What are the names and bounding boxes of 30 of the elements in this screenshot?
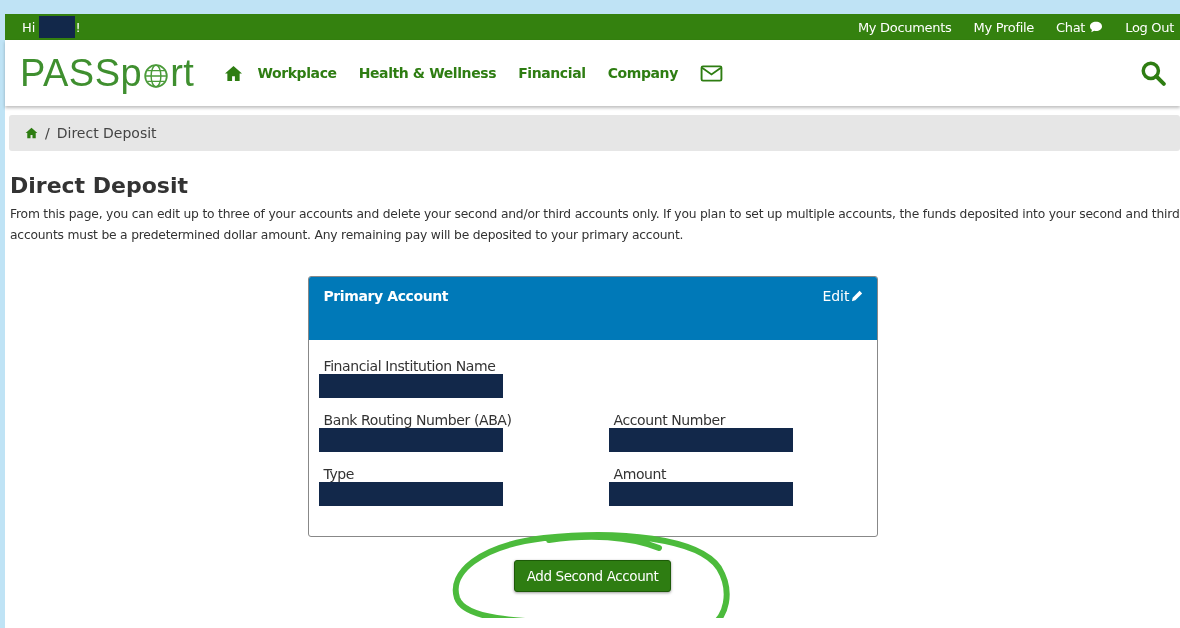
page-title: Direct Deposit: [10, 173, 189, 198]
breadcrumb-separator: /: [45, 125, 50, 141]
search-icon[interactable]: [1140, 60, 1166, 86]
nav-link[interactable]: Company: [607, 65, 678, 81]
pencil-icon: [850, 290, 863, 302]
field-label: Amount: [612, 466, 668, 482]
field-label: Account Number: [612, 412, 727, 428]
top-link[interactable]: My Profile: [973, 19, 1034, 35]
nav-link[interactable]: Health & Wellness: [358, 65, 497, 81]
top-link[interactable]: Log Out: [1125, 19, 1174, 35]
field-label: Type: [322, 466, 356, 482]
breadcrumb-current: Direct Deposit: [56, 125, 157, 141]
edit-link[interactable]: Edit: [822, 288, 863, 304]
top-link[interactable]: Chat: [1056, 19, 1104, 35]
envelope-icon[interactable]: [699, 64, 723, 82]
logo[interactable]: PASSp rt: [20, 51, 195, 95]
intro-paragraph: From this page, you can edit up to three of your accounts and delete your second and/or third accounts only. If you plan to set up multiple accounts, the funds deposited into your second and third accounts must be a predetermined dollar amount. Any remaining pay will be deposited to your primary account.: [10, 206, 1180, 244]
greeting-text: Hi: [22, 19, 36, 35]
greeting-text: !: [75, 19, 81, 35]
nav-link[interactable]: Financial: [518, 65, 586, 81]
home-icon[interactable]: [224, 64, 244, 82]
nav-link[interactable]: Workplace: [257, 65, 337, 81]
card-title: Primary Account: [323, 288, 449, 304]
redaction-block: [39, 16, 76, 38]
chat-bubble-icon: [1089, 21, 1104, 33]
add-account-button[interactable]: Add Second Account: [513, 560, 672, 592]
home-icon[interactable]: [25, 127, 38, 139]
field-label: Financial Institution Name: [322, 358, 497, 374]
field-label: Bank Routing Number (ABA): [322, 412, 513, 428]
top-link[interactable]: My Documents: [857, 19, 952, 35]
